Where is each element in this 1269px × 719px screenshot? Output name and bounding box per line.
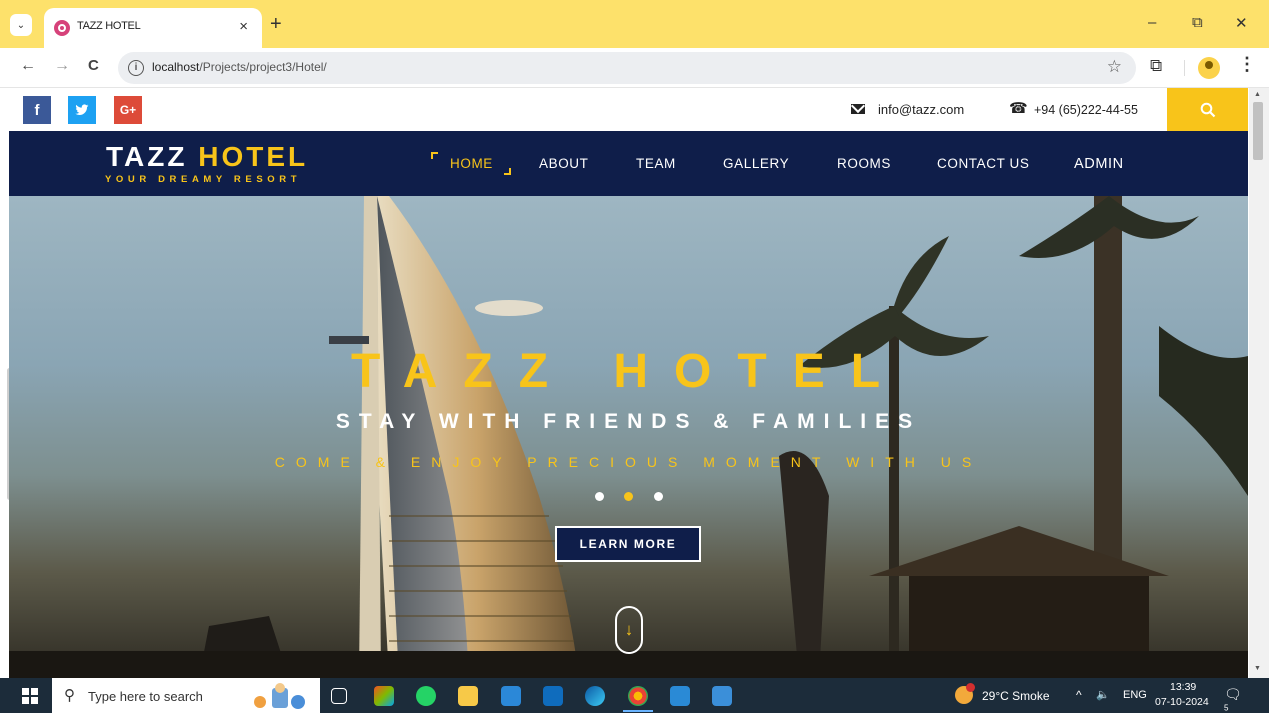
contact-email[interactable]: info@tazz.com xyxy=(878,102,964,117)
scroll-down-icon[interactable]: ↓ xyxy=(615,606,643,654)
microsoft-store-icon[interactable] xyxy=(501,686,521,706)
taskbar-search-placeholder: Type here to search xyxy=(88,689,203,704)
search-highlight-illustration-icon xyxy=(254,683,305,709)
restore-button[interactable]: ⧉ xyxy=(1192,14,1203,31)
browser-toolbar: ← → C i localhost/Projects/project3/Hote… xyxy=(0,48,1269,88)
edge-browser-icon[interactable] xyxy=(585,686,605,706)
main-navbar: TAZZ HOTEL YOUR DREAMY RESORT HOME ABOUT… xyxy=(9,131,1248,196)
extensions-icon[interactable]: ⧉ xyxy=(1150,56,1162,76)
profile-avatar-icon[interactable] xyxy=(1198,57,1220,79)
notification-center-icon[interactable]: 🗨5 xyxy=(1224,686,1242,712)
windows-taskbar: ⚲ Type here to search 29°C Smoke ^ 🔈 ENG… xyxy=(0,678,1269,713)
search-icon xyxy=(1200,102,1215,117)
nav-contact-us[interactable]: CONTACT US xyxy=(937,156,1030,171)
google-plus-icon[interactable]: G+ xyxy=(114,96,142,124)
nav-gallery[interactable]: GALLERY xyxy=(723,156,789,171)
site-top-bar: f G+ info@tazz.com ☎ +94 (65)222-44-55 xyxy=(9,88,1248,131)
file-explorer-icon[interactable] xyxy=(458,686,478,706)
brand-logo[interactable]: TAZZ HOTEL xyxy=(106,143,308,171)
nav-about[interactable]: ABOUT xyxy=(539,156,589,171)
active-nav-bracket-icon xyxy=(431,152,438,159)
chrome-browser-icon[interactable] xyxy=(628,686,648,706)
twitter-icon[interactable] xyxy=(68,96,96,124)
tray-chevron-icon[interactable]: ^ xyxy=(1076,688,1082,702)
copilot-icon[interactable] xyxy=(374,686,394,706)
task-view-icon[interactable] xyxy=(331,688,347,704)
scroll-down-arrow-icon[interactable]: ▼ xyxy=(1254,665,1261,672)
slider-dot-1[interactable] xyxy=(595,492,604,501)
web-page: f G+ info@tazz.com ☎ +94 (65)222-44-55 T… xyxy=(9,88,1248,678)
nav-rooms[interactable]: ROOMS xyxy=(837,156,891,171)
windows-start-icon[interactable] xyxy=(22,688,38,704)
new-tab-button[interactable]: + xyxy=(270,14,282,34)
mail-icon[interactable] xyxy=(543,686,563,706)
site-info-icon[interactable]: i xyxy=(128,60,144,76)
clock-time[interactable]: 13:39 xyxy=(1170,681,1196,693)
close-window-button[interactable]: ✕ xyxy=(1235,14,1248,32)
minimize-button[interactable]: – xyxy=(1148,14,1156,31)
bookmark-star-icon[interactable]: ☆ xyxy=(1107,57,1122,77)
active-app-indicator xyxy=(623,710,653,712)
hero-tagline: COME & ENJOY PRECIOUS MOMENT WITH US xyxy=(274,454,983,470)
slider-dot-2[interactable] xyxy=(624,492,633,501)
language-indicator[interactable]: ENG xyxy=(1123,689,1147,701)
active-nav-bracket-icon xyxy=(504,168,511,175)
tab-title: TAZZ HOTEL xyxy=(77,20,141,32)
back-button[interactable]: ← xyxy=(20,57,36,75)
tab-close-icon[interactable]: × xyxy=(239,18,248,35)
browser-tab-strip: ⌄ TAZZ HOTEL × + – ⧉ ✕ xyxy=(0,0,1269,48)
learn-more-button[interactable]: LEARN MORE xyxy=(555,526,701,562)
nav-team[interactable]: TEAM xyxy=(636,156,676,171)
phone-icon: ☎ xyxy=(1009,100,1028,117)
slider-dot-3[interactable] xyxy=(654,492,663,501)
tab-favicon-icon xyxy=(54,20,70,36)
brand-tagline: YOUR DREAMY RESORT xyxy=(105,174,302,185)
page-scrollbar[interactable]: ▲ ▼ xyxy=(1249,88,1269,678)
forward-button[interactable]: → xyxy=(54,57,70,75)
url-text: localhost/Projects/project3/Hotel/ xyxy=(152,60,327,74)
weather-alert-badge xyxy=(966,683,975,692)
browser-tab-active[interactable]: TAZZ HOTEL × xyxy=(44,8,262,48)
site-search-button[interactable] xyxy=(1167,88,1248,131)
taskbar-search-box[interactable]: ⚲ Type here to search xyxy=(52,678,320,713)
speaker-icon[interactable]: 🔈 xyxy=(1096,688,1110,701)
nav-admin[interactable]: ADMIN xyxy=(1074,156,1124,172)
nav-home[interactable]: HOME xyxy=(450,156,493,171)
toolbar-divider xyxy=(1184,60,1185,76)
facebook-icon[interactable]: f xyxy=(23,96,51,124)
envelope-icon xyxy=(851,104,865,114)
address-bar[interactable]: i localhost/Projects/project3/Hotel/ ☆ xyxy=(118,52,1136,84)
clock-date[interactable]: 07-10-2024 xyxy=(1155,696,1209,708)
vscode-icon[interactable] xyxy=(670,686,690,706)
browser-menu-icon[interactable]: ⋮ xyxy=(1238,54,1256,75)
scroll-up-arrow-icon[interactable]: ▲ xyxy=(1254,91,1261,98)
hero-title: TAZZ HOTEL xyxy=(350,345,907,398)
reload-button[interactable]: C xyxy=(88,57,99,74)
hero-subtitle: STAY WITH FRIENDS & FAMILIES xyxy=(335,410,922,433)
tab-search-dropdown-icon[interactable]: ⌄ xyxy=(10,14,32,36)
slider-dots xyxy=(595,492,675,502)
photos-icon[interactable] xyxy=(712,686,732,706)
scrollbar-thumb[interactable] xyxy=(1253,102,1263,160)
whatsapp-icon[interactable] xyxy=(416,686,436,706)
weather-text[interactable]: 29°C Smoke xyxy=(982,689,1050,703)
hero-banner: TAZZ HOTEL STAY WITH FRIENDS & FAMILIES … xyxy=(9,196,1248,678)
contact-phone[interactable]: +94 (65)222-44-55 xyxy=(1034,103,1138,117)
search-icon: ⚲ xyxy=(64,687,75,704)
